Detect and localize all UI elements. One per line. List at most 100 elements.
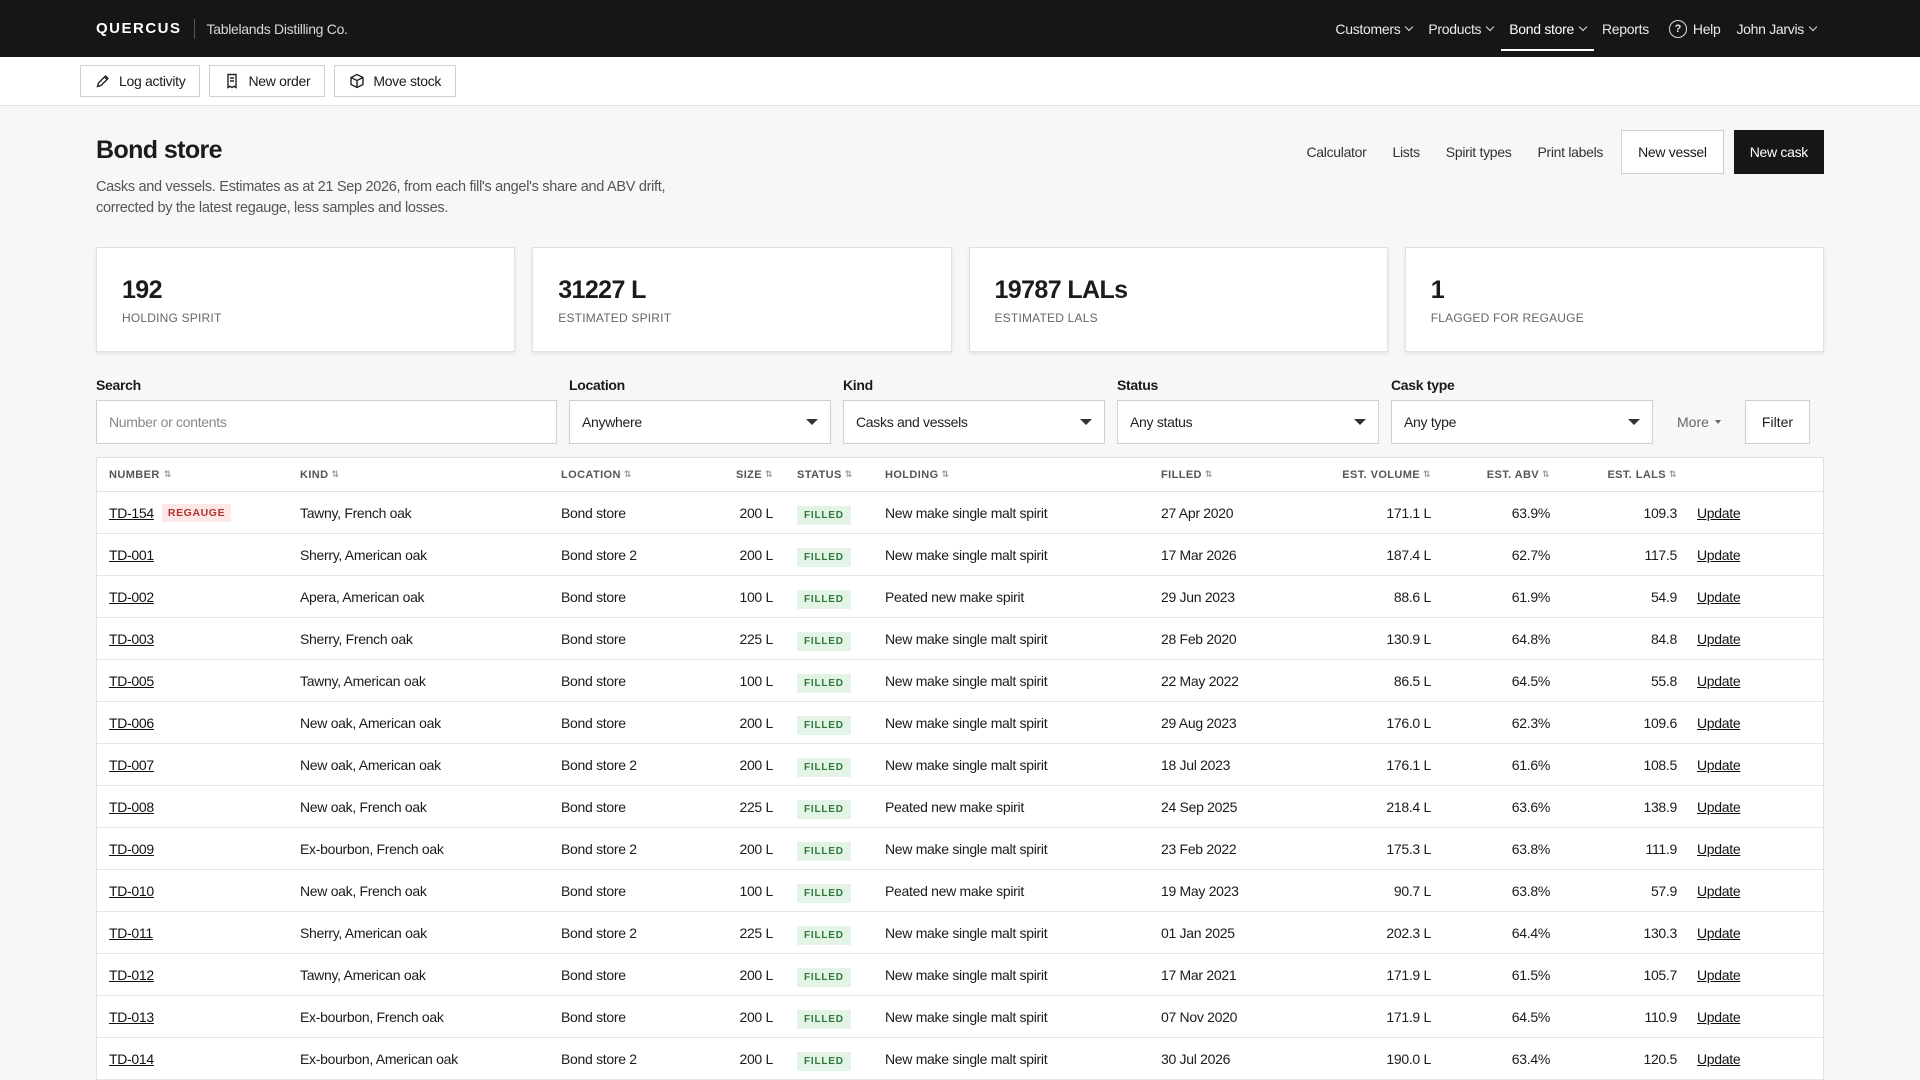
table-row: TD-006 New oak, American oak Bond store 200… [97,702,1823,744]
spirit-types-link[interactable]: Spirit types [1433,144,1525,160]
cask-number-link[interactable]: TD-009 [109,841,154,857]
stat-label: Estimated spirit [558,311,672,325]
brand-logo[interactable]: QUERCUS [96,20,182,37]
lists-link[interactable]: Lists [1380,144,1433,160]
user-menu[interactable]: John Jarvis [1728,0,1824,57]
cell-abv: 61.9% [1511,588,1551,605]
th-volume[interactable]: Est. volume ⇅ [1301,469,1431,481]
nav-help[interactable]: ? Help [1661,0,1729,57]
nav-item-reports[interactable]: Reports [1594,0,1657,57]
cell-number: TD-003 [97,631,300,647]
update-link[interactable]: Update [1697,967,1741,983]
log-activity-label: Log activity [119,73,186,89]
stat-value: 19787 LALs [994,276,1129,304]
cell-filled: 28 Feb 2020 [1161,630,1237,647]
nav-item-products[interactable]: Products [1420,0,1501,57]
update-link[interactable]: Update [1697,883,1741,899]
th-holding[interactable]: Holding ⇅ [885,469,1161,481]
update-link[interactable]: Update [1697,1009,1741,1025]
cask-number-link[interactable]: TD-006 [109,715,154,731]
cask-number-link[interactable]: TD-003 [109,631,154,647]
cask-number-link[interactable]: TD-154 [109,505,154,521]
cell-holding: New make single malt spirit [885,714,1048,731]
update-link[interactable]: Update [1697,589,1741,605]
cell-kind: Tawny, American oak [300,966,426,983]
filter-button[interactable]: Filter [1744,400,1811,444]
status-badge: FILLED [797,925,851,945]
new-order-button[interactable]: New order [209,65,326,97]
cell-action: Update [1677,799,1767,815]
update-link[interactable]: Update [1697,631,1741,647]
cell-number: TD-012 [97,967,300,983]
cell-holding: New make single malt spirit [885,756,1048,773]
cell-filled: 17 Mar 2026 [1161,546,1237,563]
th-size[interactable]: Size ⇅ [719,469,773,481]
cask-number-link[interactable]: TD-014 [109,1051,154,1067]
cell-location: Bond store [561,504,626,521]
th-status[interactable]: Status ⇅ [773,469,885,481]
update-link[interactable]: Update [1697,673,1741,689]
th-kind[interactable]: Kind ⇅ [300,469,561,481]
th-lals[interactable]: Est. LALs ⇅ [1550,469,1677,481]
cask-type-select[interactable]: Any type [1391,400,1653,444]
update-link[interactable]: Update [1697,925,1741,941]
cell-number: TD-007 [97,757,300,773]
update-link[interactable]: Update [1697,1051,1741,1067]
th-number[interactable]: Number ⇅ [97,469,300,481]
cask-number-link[interactable]: TD-011 [109,925,153,941]
log-activity-button[interactable]: Log activity [80,65,201,97]
search-input[interactable]: Number or contents [96,400,557,444]
cell-size: 200 L [739,966,773,983]
caret-down-icon [1080,419,1092,425]
cell-lals: 109.3 [1643,504,1677,521]
new-cask-button[interactable]: New cask [1733,130,1824,174]
th-location[interactable]: Location ⇅ [561,469,719,481]
cask-number-link[interactable]: TD-008 [109,799,154,815]
cell-location: Bond store 2 [561,840,637,857]
cell-abv: 64.5% [1511,1008,1551,1025]
th-abv[interactable]: Est. ABV ⇅ [1431,469,1550,481]
cell-location: Bond store [561,798,626,815]
update-link[interactable]: Update [1697,505,1741,521]
cask-number-link[interactable]: TD-013 [109,1009,154,1025]
cask-type-value: Any type [1404,414,1457,430]
move-stock-button[interactable]: Move stock [334,65,457,97]
cell-status: FILLED [773,673,885,693]
cell-abv: 61.6% [1511,756,1551,773]
location-label: Location [569,377,625,393]
cask-number-link[interactable]: TD-007 [109,757,154,773]
cell-volume: 171.1 L [1386,504,1431,521]
cask-number-link[interactable]: TD-002 [109,589,154,605]
cell-holding: New make single malt spirit [885,546,1048,563]
nav-item-bond-store[interactable]: Bond store [1501,0,1594,57]
cell-status: FILLED [773,631,885,651]
nav-item-customers[interactable]: Customers [1327,0,1420,57]
print-labels-link[interactable]: Print labels [1524,144,1616,160]
cell-lals: 120.5 [1643,1050,1677,1067]
update-link[interactable]: Update [1697,757,1741,773]
cask-number-link[interactable]: TD-001 [109,547,154,563]
cell-status: FILLED [773,547,885,567]
location-select[interactable]: Anywhere [569,400,831,444]
cell-holding: Peated new make spirit [885,798,1024,815]
cask-number-link[interactable]: TD-012 [109,967,154,983]
new-vessel-button[interactable]: New vessel [1621,130,1724,174]
update-link[interactable]: Update [1697,841,1741,857]
cell-size: 100 L [739,672,773,689]
kind-select[interactable]: Casks and vessels [843,400,1105,444]
th-filled[interactable]: Filled ⇅ [1161,469,1301,481]
more-filters-button[interactable]: More [1665,400,1733,444]
status-select[interactable]: Any status [1117,400,1379,444]
cell-size: 100 L [739,882,773,899]
update-link[interactable]: Update [1697,799,1741,815]
cask-number-link[interactable]: TD-005 [109,673,154,689]
cask-number-link[interactable]: TD-010 [109,883,154,899]
calculator-link[interactable]: Calculator [1293,144,1379,160]
cell-action: Update [1677,505,1767,521]
sort-icon: ⇅ [844,469,853,479]
update-link[interactable]: Update [1697,547,1741,563]
update-link[interactable]: Update [1697,715,1741,731]
action-bar: Log activity New order Move stock [0,57,1920,106]
table-row: TD-012 Tawny, American oak Bond store 200 L… [97,954,1823,996]
brand-divider [193,18,195,39]
